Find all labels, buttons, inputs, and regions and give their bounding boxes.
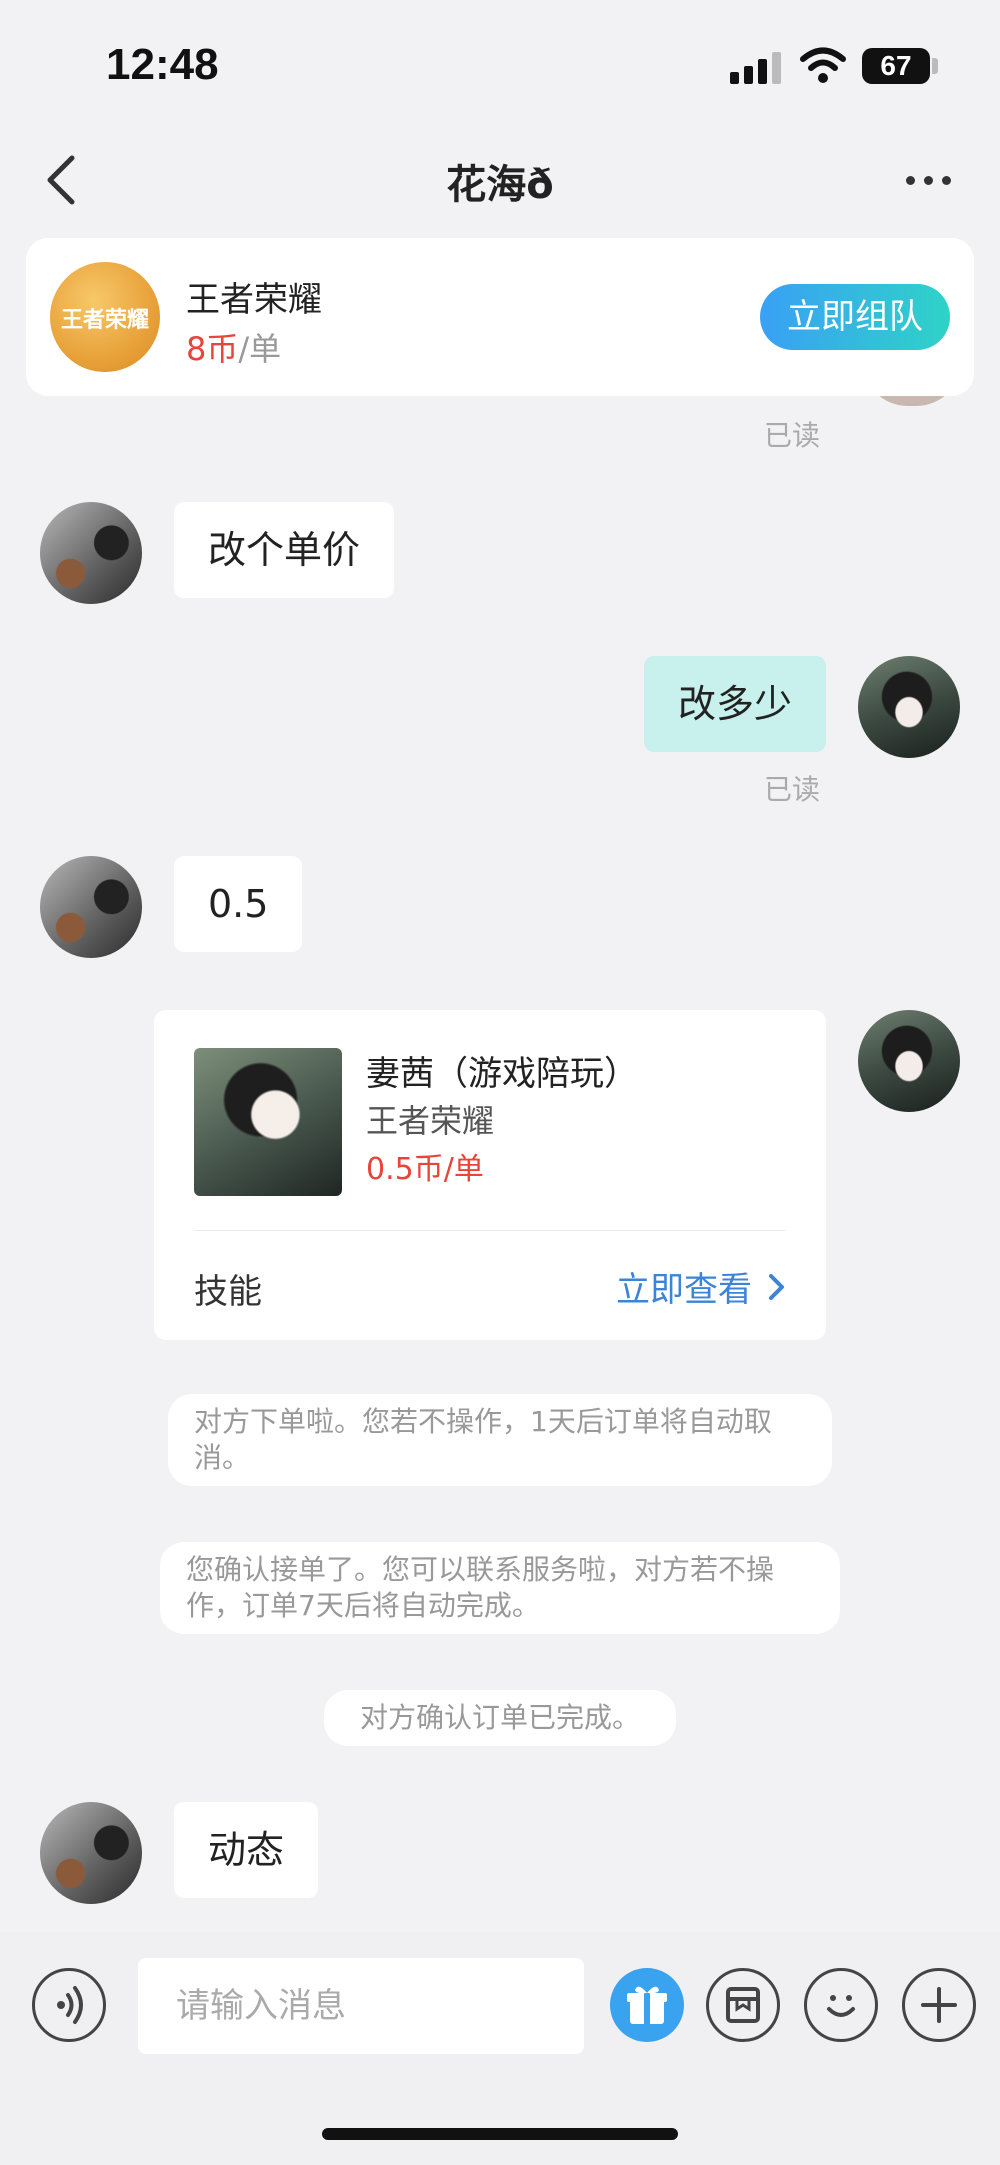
avatar[interactable] xyxy=(858,1010,960,1112)
status-bar: 12:48 67 xyxy=(0,0,1000,130)
game-card[interactable]: 王者荣耀 王者荣耀 8币/单 立即组队 xyxy=(26,238,974,396)
status-time: 12:48 xyxy=(106,40,219,89)
order-icon[interactable] xyxy=(706,1968,780,2042)
nav-bar: 花海ð xyxy=(0,130,1000,230)
read-receipt: 已读 xyxy=(764,773,821,806)
gift-icon[interactable] xyxy=(610,1968,684,2042)
signal-icon xyxy=(730,50,782,84)
message-input[interactable] xyxy=(138,1958,584,2054)
game-logo: 王者荣耀 xyxy=(50,262,160,372)
emoji-icon[interactable] xyxy=(804,1968,878,2042)
chevron-right-icon xyxy=(769,1273,784,1300)
view-now-link[interactable]: 立即查看 xyxy=(616,1262,786,1311)
chat-title: 花海ð xyxy=(446,162,554,208)
battery-cap xyxy=(932,58,938,74)
avatar[interactable] xyxy=(40,502,142,604)
message-bubble-mine[interactable]: 改多少 xyxy=(643,656,826,752)
system-notice: 您确认接单了。您可以联系服务啦，对方若不操作，订单7天后将自动完成。 xyxy=(160,1542,840,1634)
read-receipt: 已读 xyxy=(764,419,821,452)
divider xyxy=(194,1230,786,1231)
game-price: 8币/单 xyxy=(186,324,281,370)
view-now-label: 立即查看 xyxy=(616,1270,752,1310)
battery-level: 67 xyxy=(862,48,930,84)
message-bubble[interactable]: 0.5 xyxy=(174,856,303,952)
system-notice: 对方确认订单已完成。 xyxy=(324,1690,676,1746)
product-skill-label: 技能 xyxy=(194,1272,262,1312)
game-price-unit: /单 xyxy=(238,330,282,368)
product-game: 王者荣耀 xyxy=(366,1102,495,1140)
product-thumbnail[interactable] xyxy=(194,1048,342,1196)
avatar[interactable] xyxy=(40,856,142,958)
avatar[interactable] xyxy=(40,1802,142,1904)
team-up-button[interactable]: 立即组队 xyxy=(760,284,950,350)
product-card[interactable]: 妻茜（游戏陪玩） 王者荣耀 0.5币/单 技能 立即查看 xyxy=(154,1010,826,1340)
product-price: 0.5币/单 xyxy=(366,1152,484,1187)
game-price-value: 8币 xyxy=(186,330,239,368)
game-name: 王者荣耀 xyxy=(186,280,322,320)
avatar[interactable] xyxy=(858,656,960,758)
voice-icon[interactable] xyxy=(32,1968,106,2042)
plus-icon[interactable] xyxy=(902,1968,976,2042)
message-bubble[interactable]: 动态 xyxy=(174,1802,319,1898)
message-bubble[interactable]: 改个单价 xyxy=(174,502,395,598)
more-icon[interactable] xyxy=(904,170,954,190)
wifi-icon xyxy=(800,47,846,83)
system-notice: 对方下单啦。您若不操作，1天后订单将自动取消。 xyxy=(168,1394,832,1486)
product-title: 妻茜（游戏陪玩） xyxy=(366,1054,638,1094)
game-logo-text: 王者荣耀 xyxy=(60,308,149,333)
home-indicator xyxy=(322,2128,678,2140)
